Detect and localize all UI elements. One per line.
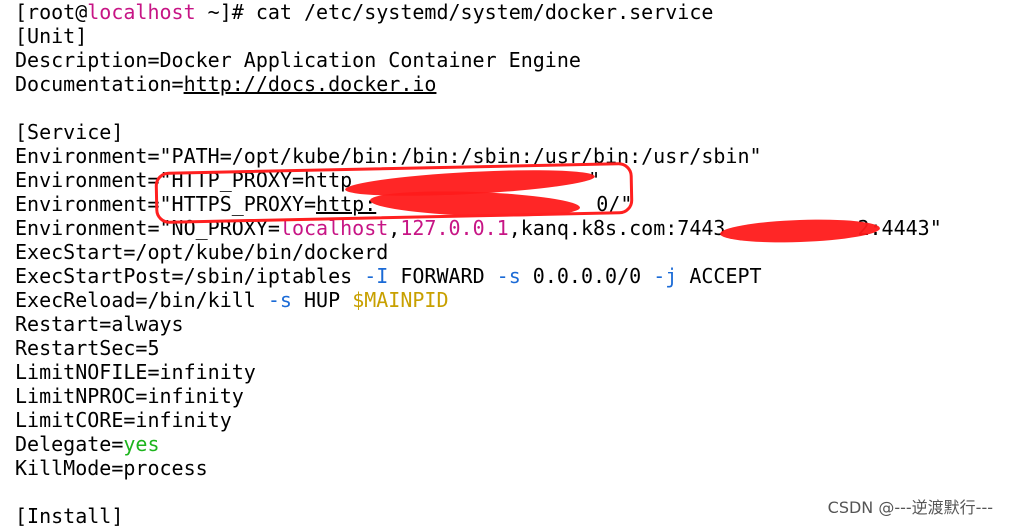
env-noproxy-rest: ,kanq.k8s.com:7443 <box>508 216 726 240</box>
limit-nproc: LimitNPROC=infinity <box>15 384 244 408</box>
watermark: CSDN @---逆渡默行--- <box>827 498 993 517</box>
esp-chain: FORWARD <box>388 264 497 288</box>
esp-cmd: ExecStartPost=/sbin/iptables <box>15 264 365 288</box>
er-flag-s: -s <box>267 288 292 312</box>
unit-header: [Unit] <box>15 24 88 48</box>
env-noproxy-ip: 127.0.0.1 <box>400 216 509 240</box>
exec-start: ExecStart=/opt/kube/bin/dockerd <box>15 240 389 264</box>
delegate-key: Delegate= <box>15 432 124 456</box>
delegate-value: yes <box>123 432 160 456</box>
prompt-host: localhost <box>87 0 196 24</box>
esp-flag-i: -I <box>364 264 389 288</box>
prompt-command: cat /etc/systemd/system/docker.service <box>255 0 714 24</box>
er-mainpid-var: $MAINPID <box>352 288 449 312</box>
doc-key: Documentation= <box>15 72 184 96</box>
prompt-rest: ~]# <box>195 0 256 24</box>
exec-reload: ExecReload=/bin/kill -s HUP $MAINPID <box>15 288 1005 312</box>
limit-core: LimitCORE=infinity <box>15 408 232 432</box>
kill-mode: KillMode=process <box>15 456 208 480</box>
unit-documentation: Documentation=http://docs.docker.io <box>15 72 1005 96</box>
unit-description: Description=Docker Application Container… <box>15 48 581 72</box>
restart: Restart=always <box>15 312 184 336</box>
er-signal: HUP <box>291 288 353 312</box>
exec-start-post: ExecStartPost=/sbin/iptables -I FORWARD … <box>15 264 1005 288</box>
delegate: Delegate=yes <box>15 432 1005 456</box>
doc-link[interactable]: http://docs.docker.io <box>184 72 437 96</box>
prompt-line: [root@localhost ~]# cat /etc/systemd/sys… <box>15 0 1005 24</box>
prompt-open: [root@ <box>15 0 88 24</box>
service-header: [Service] <box>15 120 124 144</box>
terminal-output[interactable]: [root@localhost ~]# cat /etc/systemd/sys… <box>15 0 1005 528</box>
esp-flag-s: -s <box>496 264 521 288</box>
restart-sec: RestartSec=5 <box>15 336 160 360</box>
esp-flag-j: -j <box>653 264 678 288</box>
highlight-circle <box>154 162 634 224</box>
esp-target: ACCEPT <box>677 264 762 288</box>
env-noproxy-sep: , <box>388 216 401 240</box>
limit-nofile: LimitNOFILE=infinity <box>15 360 256 384</box>
er-cmd: ExecReload=/bin/kill <box>15 288 268 312</box>
esp-cidr: 0.0.0.0/0 <box>520 264 654 288</box>
